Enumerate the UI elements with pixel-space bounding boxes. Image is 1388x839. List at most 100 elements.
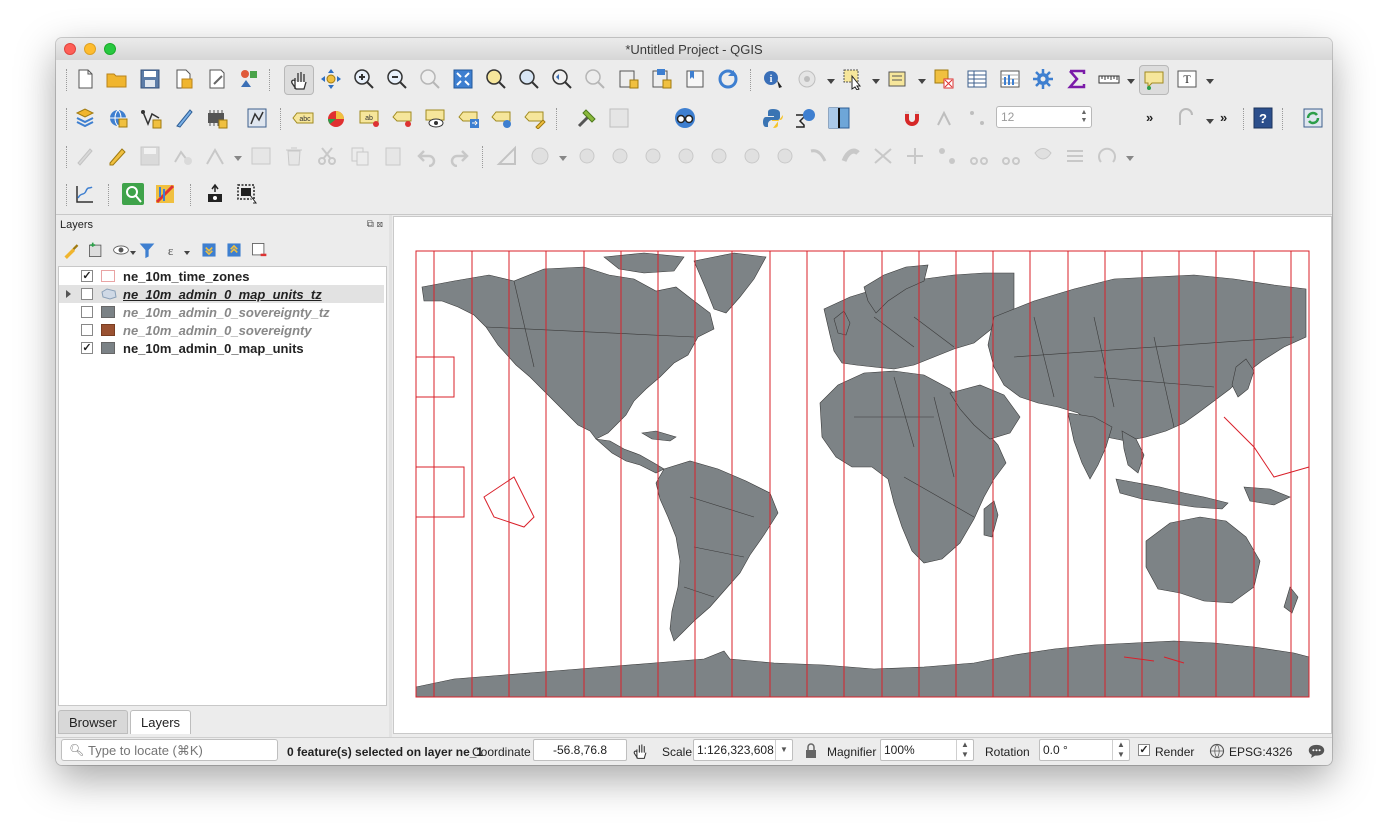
merge-selected-icon[interactable] (840, 145, 862, 167)
layer-visibility-checkbox[interactable]: ✓ (81, 342, 93, 354)
print-layout-icon[interactable] (206, 68, 228, 90)
diagram-options-icon[interactable] (326, 107, 348, 129)
change-label-icon[interactable] (524, 107, 546, 129)
python-console-icon[interactable] (762, 107, 784, 129)
add-part-icon[interactable] (576, 145, 598, 167)
snapping-magnet-icon[interactable] (901, 107, 923, 129)
layer-tree[interactable]: ✓ ne_10m_time_zones ne_10m_admin_0_map_u… (58, 266, 387, 706)
data-source-manager-icon[interactable] (74, 107, 96, 129)
qgis2web-icon[interactable] (154, 183, 176, 205)
pan-to-selection-icon[interactable] (320, 68, 342, 90)
chevron-down-icon[interactable] (918, 79, 926, 84)
georeferencer-icon[interactable] (576, 107, 598, 129)
style-manager-icon[interactable] (238, 68, 260, 90)
add-wfs-layer-icon[interactable] (246, 107, 268, 129)
refresh-icon[interactable] (717, 68, 739, 90)
new-project-icon[interactable] (74, 68, 96, 90)
chevron-down-icon[interactable]: ▼ (775, 740, 792, 760)
layer-styling-icon[interactable] (62, 241, 80, 259)
statistics-sigma-icon[interactable] (1066, 68, 1088, 90)
spin-arrows-icon[interactable]: ▲ ▼ (956, 740, 973, 760)
expand-all-icon[interactable] (200, 241, 218, 259)
coordinate-display-toggle-icon[interactable] (632, 742, 650, 760)
statistical-summary-icon[interactable] (794, 107, 816, 129)
add-ring-icon[interactable] (529, 145, 551, 167)
zoom-to-layer-icon[interactable] (518, 68, 540, 90)
chevron-down-icon[interactable] (1126, 156, 1134, 161)
attribute-table-icon[interactable] (966, 68, 988, 90)
layer-labeling-icon[interactable]: abc (292, 107, 314, 129)
snapping-type-icon[interactable] (966, 107, 988, 129)
zoom-next-icon[interactable] (584, 68, 606, 90)
panel-splitter[interactable] (389, 215, 392, 745)
delete-part-icon[interactable] (675, 145, 697, 167)
add-spatialite-icon[interactable] (206, 107, 228, 129)
lock-scale-icon[interactable] (804, 743, 818, 759)
layer-item-map-units[interactable]: ✓ ne_10m_admin_0_map_units (59, 339, 384, 357)
measure-line-icon[interactable] (1098, 68, 1120, 90)
rotate-feature-icon[interactable] (1096, 145, 1118, 167)
collapse-all-icon[interactable] (225, 241, 243, 259)
layer-item-time-zones[interactable]: ✓ ne_10m_time_zones (59, 267, 384, 285)
zoom-out-icon[interactable] (386, 68, 408, 90)
expand-arrow-icon[interactable] (66, 290, 71, 298)
split-features-icon[interactable] (774, 145, 796, 167)
layer-item-map-units-tz[interactable]: ne_10m_admin_0_map_units_tz (59, 285, 384, 303)
map-tips-icon[interactable] (1143, 69, 1165, 91)
crs-button[interactable]: EPSG:4326 (1229, 745, 1292, 759)
chevron-down-icon[interactable] (130, 251, 136, 255)
layer-visibility-checkbox[interactable]: ✓ (81, 270, 93, 282)
undock-panel-icon[interactable]: ⧉ (367, 219, 374, 230)
zoom-last-icon[interactable] (551, 68, 573, 90)
tab-browser[interactable]: Browser (58, 710, 128, 734)
toggle-editing-icon[interactable] (106, 145, 128, 167)
add-group-icon[interactable] (87, 241, 105, 259)
reverse-line-icon[interactable] (1064, 145, 1086, 167)
zoom-to-selection-icon[interactable] (485, 68, 507, 90)
shape-digitizing-icon[interactable] (1176, 107, 1198, 129)
chevron-down-icon[interactable] (1206, 119, 1214, 124)
locator-input[interactable] (88, 742, 273, 758)
reshape-features-icon[interactable] (708, 145, 730, 167)
filter-by-expression-icon[interactable]: ε (163, 241, 181, 259)
snapping-mode-icon[interactable] (934, 107, 956, 129)
highlight-pinned-labels-icon[interactable]: ab (359, 107, 381, 129)
layer-item-sovereignty-tz[interactable]: ne_10m_admin_0_sovereignty_tz (59, 303, 384, 321)
chevron-down-icon[interactable] (1206, 79, 1214, 84)
scale-combo[interactable]: 1:126,323,608 ▼ (693, 739, 793, 761)
map-swipe-icon[interactable] (828, 107, 850, 129)
delete-selected-icon[interactable] (283, 145, 305, 167)
messages-icon[interactable] (1308, 743, 1325, 759)
layer-visibility-checkbox[interactable] (81, 306, 93, 318)
coordinate-field[interactable]: -56.8,76.8 (533, 739, 627, 761)
filter-legend-icon[interactable] (138, 241, 156, 259)
capture-area-icon[interactable] (236, 183, 258, 205)
add-delimited-text-icon[interactable] (173, 107, 195, 129)
screenshot-camera-icon[interactable] (204, 183, 226, 205)
tab-layers[interactable]: Layers (130, 710, 192, 734)
chevron-down-icon[interactable] (234, 156, 242, 161)
zoom-full-icon[interactable] (452, 68, 474, 90)
add-vector-layer-icon[interactable] (140, 107, 162, 129)
toolbar-overflow-button-2[interactable]: » (1220, 110, 1227, 125)
paste-features-icon[interactable] (382, 145, 404, 167)
split-parts-icon[interactable] (807, 145, 829, 167)
quick-search-icon[interactable] (122, 183, 144, 205)
snapping-tolerance-spinbox[interactable]: 12 ▲ ▼ (996, 106, 1092, 128)
spin-arrows-icon[interactable]: ▲ ▼ (1079, 109, 1089, 125)
layer-item-sovereignty[interactable]: ne_10m_admin_0_sovereignty (59, 321, 384, 339)
select-by-value-icon[interactable] (887, 68, 909, 90)
split-by-line-icon[interactable] (1000, 145, 1022, 167)
copy-features-icon[interactable] (349, 145, 371, 167)
layer-visibility-checkbox[interactable] (81, 288, 93, 300)
save-as-icon[interactable] (173, 68, 195, 90)
trim-extend-icon[interactable] (968, 145, 990, 167)
open-project-icon[interactable] (106, 68, 128, 90)
run-action-icon[interactable] (796, 68, 818, 90)
pan-hand-icon[interactable] (288, 69, 310, 91)
select-features-icon[interactable] (842, 68, 864, 90)
help-icon[interactable]: ? (1252, 107, 1274, 129)
remove-layer-icon[interactable] (250, 241, 268, 259)
world-map[interactable] (394, 217, 1331, 733)
spin-arrows-icon[interactable]: ▲ ▼ (1112, 740, 1129, 760)
